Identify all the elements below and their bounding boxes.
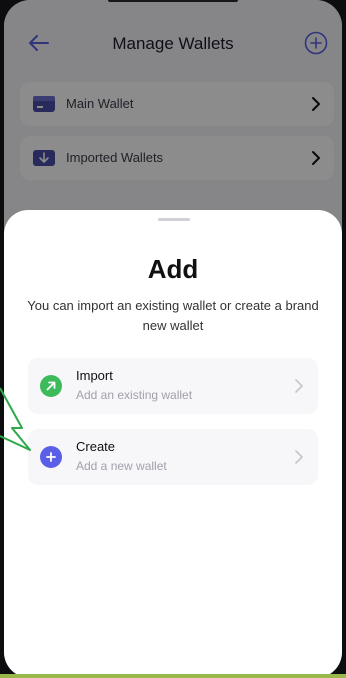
import-option[interactable]: Import Add an existing wallet	[28, 358, 318, 414]
sheet-subtitle: You can import an existing wallet or cre…	[27, 298, 319, 333]
create-option[interactable]: Create Add a new wallet	[28, 429, 318, 485]
add-wallet-sheet: Add You can import an existing wallet or…	[4, 210, 342, 678]
option-subtitle: Add a new wallet	[76, 459, 167, 473]
bottom-edge	[0, 674, 346, 678]
plus-icon	[40, 446, 62, 468]
arrow-up-right-icon	[40, 375, 62, 397]
sheet-drag-handle[interactable]	[158, 218, 190, 221]
chevron-right-icon	[295, 450, 303, 464]
option-subtitle: Add an existing wallet	[76, 388, 193, 402]
sheet-title: Add	[147, 254, 199, 284]
chevron-right-icon	[295, 379, 303, 393]
phone-screen: Manage Wallets Main Wallet Imported Wall…	[4, 0, 342, 678]
option-title: Create	[76, 439, 116, 454]
option-title: Import	[76, 368, 113, 383]
